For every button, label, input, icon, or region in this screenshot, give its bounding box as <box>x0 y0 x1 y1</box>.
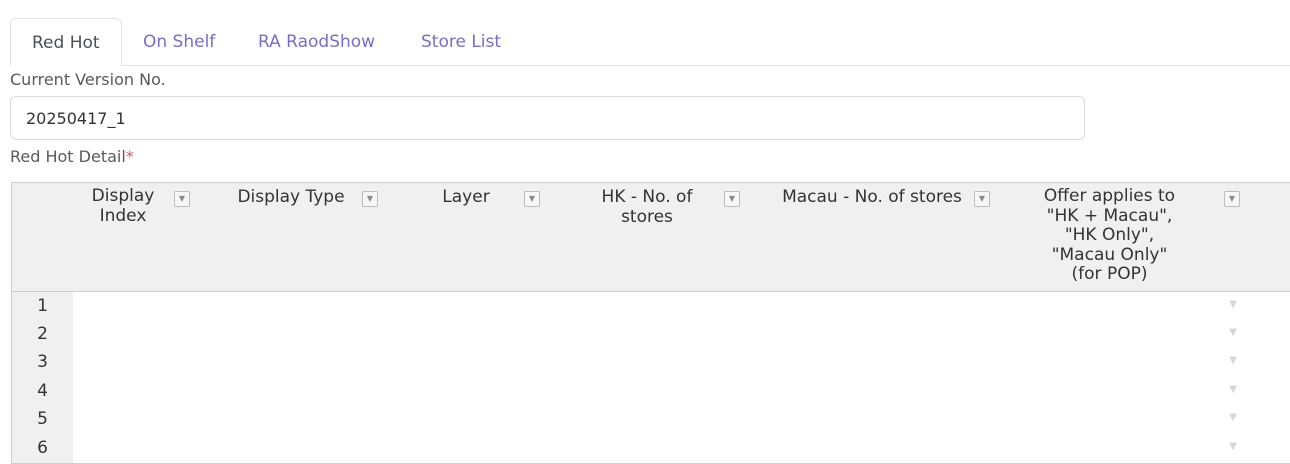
filter-dropdown-icon[interactable]: ▼ <box>974 191 990 207</box>
caret-down-icon[interactable]: ▼ <box>1229 384 1237 395</box>
overflow-cell <box>1247 320 1290 350</box>
column-header-label: Display Type <box>237 187 345 207</box>
column-header-label: Layer <box>442 187 490 207</box>
table-cell[interactable] <box>197 320 386 350</box>
detail-label-text: Red Hot Detail <box>10 147 126 166</box>
filter-dropdown-icon[interactable]: ▼ <box>724 191 740 207</box>
table-cell[interactable]: ▼ <box>997 320 1248 350</box>
tab-red-hot[interactable]: Red Hot <box>10 18 122 66</box>
table-cell[interactable]: ▼ <box>997 348 1248 378</box>
tab-store-list[interactable]: Store List <box>400 18 522 65</box>
table-cell[interactable] <box>747 320 998 350</box>
row-header[interactable]: 2 <box>11 320 74 350</box>
table-cell[interactable]: ▼ <box>997 405 1248 435</box>
caret-down-icon[interactable]: ▼ <box>1229 355 1237 366</box>
column-header[interactable]: Display Type ▼ <box>197 182 386 292</box>
table-cell[interactable] <box>547 405 748 435</box>
caret-down-icon[interactable]: ▼ <box>1229 412 1237 423</box>
required-mark: * <box>125 147 134 166</box>
overflow-cell <box>1247 377 1290 407</box>
filter-dropdown-icon[interactable]: ▼ <box>174 191 190 207</box>
table-cell[interactable] <box>73 405 198 435</box>
row-header[interactable]: 3 <box>11 348 74 378</box>
column-header-label: HK - No. of stores <box>601 187 693 227</box>
row-header[interactable]: 6 <box>11 434 74 464</box>
column-header-label: Display Index <box>91 186 155 226</box>
table-cell[interactable] <box>547 320 748 350</box>
version-label: Current Version No. <box>10 70 166 89</box>
column-header[interactable]: Display Index ▼ <box>73 182 198 292</box>
row-header[interactable]: 1 <box>11 292 74 322</box>
table-cell[interactable] <box>385 434 548 464</box>
caret-down-icon[interactable]: ▼ <box>1229 299 1237 310</box>
table-cell[interactable] <box>747 348 998 378</box>
overflow-cell <box>1247 434 1290 464</box>
table-cell[interactable] <box>747 405 998 435</box>
filter-dropdown-icon[interactable]: ▼ <box>362 191 378 207</box>
table-cell[interactable] <box>197 434 386 464</box>
table-cell[interactable] <box>197 377 386 407</box>
table-cell[interactable] <box>385 292 548 322</box>
table-cell[interactable] <box>73 292 198 322</box>
row-header[interactable]: 5 <box>11 405 74 435</box>
table-cell[interactable] <box>385 405 548 435</box>
table-cell[interactable] <box>73 348 198 378</box>
table-cell[interactable] <box>385 320 548 350</box>
tab-bar: Red Hot On Shelf RA RaodShow Store List <box>10 18 1290 66</box>
caret-down-icon[interactable]: ▼ <box>1229 327 1237 338</box>
table-cell[interactable] <box>73 434 198 464</box>
table-cell[interactable]: ▼ <box>997 292 1248 322</box>
table-cell[interactable] <box>547 292 748 322</box>
filter-dropdown-icon[interactable]: ▼ <box>524 191 540 207</box>
table-cell[interactable] <box>385 377 548 407</box>
table-cell[interactable]: ▼ <box>997 434 1248 464</box>
column-header[interactable]: HK - No. of stores ▼ <box>547 182 748 292</box>
table-cell[interactable] <box>547 377 748 407</box>
table-cell[interactable] <box>197 292 386 322</box>
column-header-overflow <box>1247 182 1290 292</box>
overflow-cell <box>1247 292 1290 322</box>
column-header[interactable]: Layer ▼ <box>385 182 548 292</box>
overflow-cell <box>1247 348 1290 378</box>
column-header-label: Offer applies to "HK + Macau", "HK Only"… <box>1043 186 1176 284</box>
tab-ra-roadshow[interactable]: RA RaodShow <box>237 18 396 65</box>
table-cell[interactable] <box>197 405 386 435</box>
table-cell[interactable] <box>747 292 998 322</box>
corner-header <box>11 182 74 292</box>
caret-down-icon[interactable]: ▼ <box>1229 441 1237 452</box>
column-header[interactable]: Macau - No. of stores ▼ <box>747 182 998 292</box>
column-header-label: Macau - No. of stores <box>782 187 962 207</box>
table-cell[interactable] <box>73 320 198 350</box>
tab-on-shelf[interactable]: On Shelf <box>122 18 236 65</box>
row-header[interactable]: 4 <box>11 377 74 407</box>
table-cell[interactable] <box>547 434 748 464</box>
table-cell[interactable] <box>747 377 998 407</box>
filter-dropdown-icon[interactable]: ▼ <box>1224 191 1240 207</box>
version-input[interactable] <box>10 96 1085 140</box>
red-hot-detail-label: Red Hot Detail* <box>10 147 134 166</box>
table-cell[interactable] <box>385 348 548 378</box>
column-header[interactable]: Offer applies to "HK + Macau", "HK Only"… <box>997 182 1248 292</box>
table-cell[interactable] <box>547 348 748 378</box>
overflow-cell <box>1247 405 1290 435</box>
table-cell[interactable] <box>747 434 998 464</box>
table-cell[interactable] <box>197 348 386 378</box>
table-cell[interactable] <box>73 377 198 407</box>
table-cell[interactable]: ▼ <box>997 377 1248 407</box>
